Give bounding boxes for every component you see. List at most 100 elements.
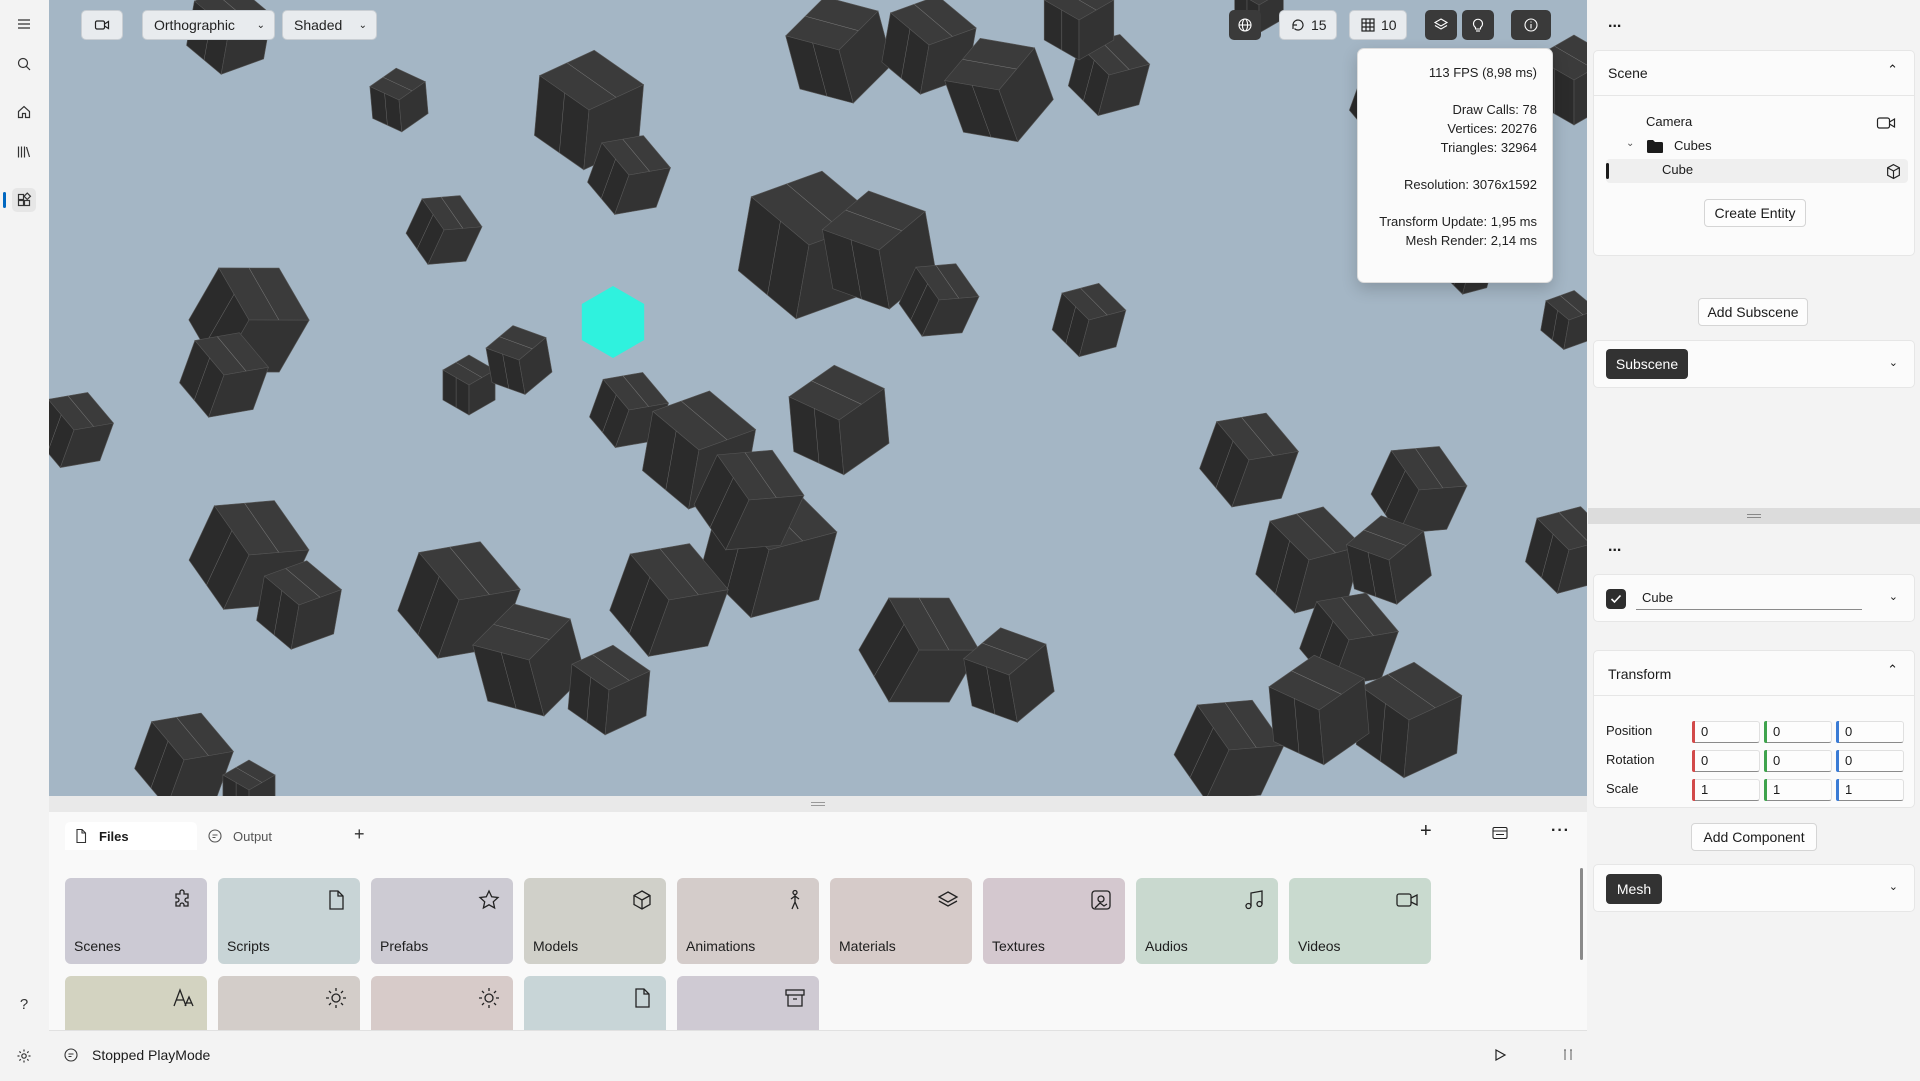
library-icon[interactable]: [12, 140, 36, 164]
scene-title: Scene: [1608, 65, 1648, 81]
tab-output[interactable]: Output: [199, 822, 331, 850]
scene-cube: [963, 627, 1055, 723]
document-icon: [76, 828, 87, 844]
home-icon[interactable]: [12, 100, 36, 124]
subscene-button[interactable]: Subscene: [1606, 349, 1688, 379]
lighting-toggle[interactable]: [1462, 10, 1494, 40]
asset-tile-animations[interactable]: Animations: [677, 878, 819, 964]
rotation-x-input[interactable]: 0: [1692, 750, 1760, 772]
position-z-input[interactable]: 0: [1836, 721, 1904, 743]
globe-icon: [1238, 18, 1252, 32]
sun-icon: [324, 986, 348, 1010]
asset-tile-audios[interactable]: Audios: [1136, 878, 1278, 964]
more-options-icon[interactable]: ···: [1551, 822, 1570, 840]
tree-item-camera[interactable]: Camera: [1594, 111, 1914, 135]
scene-more-icon[interactable]: ...: [1608, 14, 1621, 32]
scene-cube: [1525, 506, 1587, 595]
transform-card: Transform ⌃ Position 0 0 0 Rotation 0 0 0 Scale 1…: [1593, 650, 1915, 808]
scale-y-input[interactable]: 1: [1764, 779, 1832, 801]
info-icon: [1524, 18, 1538, 32]
asset-tile-label: Scripts: [227, 938, 270, 954]
draw-calls-text: Draw Calls: 78: [1452, 102, 1537, 117]
rotate-icon: [1292, 19, 1304, 31]
position-y-input[interactable]: 0: [1764, 721, 1832, 743]
rotation-y-input[interactable]: 0: [1764, 750, 1832, 772]
pause-icon[interactable]: [1561, 1048, 1575, 1062]
chevron-down-icon[interactable]: ⌄: [1889, 880, 1898, 893]
asset-tile-item-10[interactable]: [218, 976, 360, 1034]
add-component-button[interactable]: Add Component: [1691, 823, 1817, 851]
asset-tile-textures[interactable]: Textures: [983, 878, 1125, 964]
chevron-down-icon[interactable]: ⌄: [1889, 356, 1898, 369]
tree-item-cubes[interactable]: ⌄ Cubes: [1594, 135, 1914, 159]
folder-view-icon[interactable]: [1491, 825, 1509, 844]
gizmo-count-button[interactable]: 15: [1279, 10, 1337, 40]
assets-panel: Files Output + + ··· Scenes Scripts Prefab…: [49, 812, 1587, 1034]
asset-tile-scenes[interactable]: Scenes: [65, 878, 207, 964]
create-entity-button[interactable]: Create Entity: [1704, 199, 1806, 227]
asset-tile-materials[interactable]: Materials: [830, 878, 972, 964]
asset-tile-scripts[interactable]: Scripts: [218, 878, 360, 964]
tab-files[interactable]: Files: [65, 822, 197, 850]
active-indicator: [3, 192, 6, 208]
selected-cube[interactable]: [581, 286, 645, 358]
music-icon: [1242, 888, 1266, 912]
entity-name-input[interactable]: Cube: [1636, 587, 1862, 610]
enabled-checkbox[interactable]: [1606, 589, 1626, 609]
position-x-input[interactable]: 0: [1692, 721, 1760, 743]
transform-header[interactable]: Transform ⌃: [1594, 651, 1914, 696]
play-icon[interactable]: [1493, 1048, 1507, 1062]
settings-gear-icon[interactable]: [12, 1044, 36, 1068]
shading-label: Shaded: [294, 17, 343, 33]
asset-tile-label: Textures: [992, 938, 1045, 954]
add-tab-icon[interactable]: +: [354, 824, 365, 845]
scene-cube: [369, 67, 429, 133]
search-icon[interactable]: [12, 52, 36, 76]
scene-card: Scene ⌃ Camera ⌄ Cubes Cube Create Entit…: [1593, 50, 1915, 256]
inspector-more-icon[interactable]: ...: [1608, 538, 1621, 556]
scene-cube: [49, 392, 115, 469]
scene-cube: [788, 364, 890, 476]
world-toggle[interactable]: [1229, 10, 1261, 40]
mesh-button[interactable]: Mesh: [1606, 874, 1662, 904]
asset-tile-prefabs[interactable]: Prefabs: [371, 878, 513, 964]
tree-item-cube-selected[interactable]: Cube: [1606, 159, 1908, 183]
panel-splitter[interactable]: [1588, 508, 1920, 524]
scrollbar[interactable]: [1580, 868, 1583, 960]
folder-icon: [1647, 140, 1663, 153]
vertices-text: Vertices: 20276: [1447, 121, 1537, 136]
projection-dropdown[interactable]: Orthographic ⌄: [142, 10, 275, 40]
layers-icon: [1433, 18, 1449, 30]
layers-toggle[interactable]: [1425, 10, 1457, 40]
scale-z-input[interactable]: 1: [1836, 779, 1904, 801]
scene-header[interactable]: Scene ⌃: [1594, 51, 1914, 96]
status-bar: Stopped PlayMode ···: [49, 1030, 1731, 1081]
font-icon: [171, 986, 195, 1010]
asset-tile-item-9[interactable]: [65, 976, 207, 1034]
asset-tile-item-12[interactable]: [524, 976, 666, 1034]
scale-x-input[interactable]: 1: [1692, 779, 1760, 801]
grid-count-button[interactable]: 10: [1349, 10, 1407, 40]
rotation-z-input[interactable]: 0: [1836, 750, 1904, 772]
stats-toggle[interactable]: [1511, 10, 1551, 40]
chat-icon: [64, 1048, 78, 1062]
add-subscene-button[interactable]: Add Subscene: [1698, 298, 1808, 326]
asset-tile-models[interactable]: Models: [524, 878, 666, 964]
camera-button[interactable]: [81, 10, 123, 40]
hamburger-menu-icon[interactable]: [12, 12, 36, 36]
add-asset-icon[interactable]: +: [1420, 820, 1432, 843]
fps-text: 113 FPS (8,98 ms): [1428, 65, 1537, 80]
asset-tile-label: Materials: [839, 938, 896, 954]
editor-icon[interactable]: [12, 188, 36, 212]
layers-icon: [936, 888, 960, 912]
properties-panel: ... Scene ⌃ Camera ⌄ Cubes Cube Create E…: [1588, 0, 1920, 1080]
chevron-down-icon[interactable]: ⌄: [1889, 590, 1898, 603]
viewport-splitter[interactable]: [49, 796, 1587, 812]
lightbulb-icon: [1473, 18, 1483, 32]
asset-tile-label: Prefabs: [380, 938, 429, 954]
help-icon[interactable]: ?: [12, 992, 36, 1016]
asset-tile-item-13[interactable]: [677, 976, 819, 1034]
shading-dropdown[interactable]: Shaded ⌄: [282, 10, 377, 40]
asset-tile-videos[interactable]: Videos: [1289, 878, 1431, 964]
asset-tile-item-11[interactable]: [371, 976, 513, 1034]
